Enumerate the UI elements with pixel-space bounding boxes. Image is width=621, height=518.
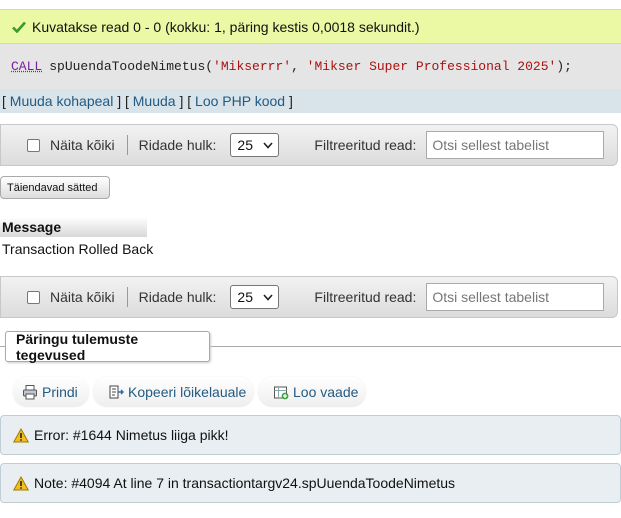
results-navbar-bottom: Näita kõiki Ridade hulk: 25 Filtreeritud… [0, 276, 618, 318]
show-all-label: Näita kõiki [50, 137, 115, 153]
filter-input-placeholder: Otsi sellest tabelist [432, 289, 550, 305]
filter-input-placeholder: Otsi sellest tabelist [432, 137, 550, 153]
sql-comma: , [291, 59, 307, 74]
success-text: Kuvatakse read 0 - 0 (kokku: 1, päring k… [32, 18, 420, 35]
query-action-links: [ Muuda kohapeal ] [ Muuda ] [ Loo PHP k… [0, 89, 621, 113]
error-message: Error: #1644 Nimetus liiga pikk! [0, 415, 621, 455]
bracket-mid-2: ] [ [175, 93, 196, 109]
print-label: Prindi [42, 384, 78, 400]
filter-label: Filtreeritud read: [314, 289, 417, 305]
extra-settings-button[interactable]: Täiendavad sätted [0, 176, 110, 199]
rows-label: Ridade hulk: [138, 289, 217, 305]
sql-arg-1: 'Mikserrr' [213, 59, 292, 74]
printer-icon [23, 385, 37, 400]
create-view-icon [274, 386, 289, 400]
check-icon [12, 21, 26, 33]
clipboard-icon [109, 385, 124, 399]
warning-icon [13, 427, 29, 442]
print-button[interactable]: Prindi [13, 377, 89, 407]
column-header-message[interactable]: Message [0, 217, 147, 237]
results-navbar-top: Näita kõiki Ridade hulk: 25 Filtreeritud… [0, 124, 618, 166]
rows-label: Ridade hulk: [138, 137, 217, 153]
warning-icon [13, 475, 29, 490]
chevron-down-icon [263, 294, 274, 301]
chevron-down-icon [263, 142, 274, 149]
copy-label: Kopeeri lõikelauale [128, 384, 247, 400]
navbar-divider [126, 135, 128, 155]
success-message: Kuvatakse read 0 - 0 (kokku: 1, päring k… [0, 9, 621, 44]
create-php-code-link[interactable]: Loo PHP kood [195, 93, 285, 109]
show-all-label: Näita kõiki [50, 289, 115, 305]
create-view-button[interactable]: Loo vaade [258, 377, 366, 407]
sql-tail: ); [556, 59, 572, 74]
edit-inline-link[interactable]: Muuda kohapeal [10, 93, 114, 109]
bracket-mid-1: ] [ [113, 93, 133, 109]
bracket-open: [ [2, 93, 10, 109]
operations-legend: Päringu tulemuste tegevused [5, 331, 210, 363]
bracket-close: ] [285, 93, 293, 109]
note-message: Note: #4094 At line 7 in transactiontarg… [0, 463, 621, 503]
filter-label: Filtreeritud read: [314, 137, 417, 153]
rows-select[interactable]: 25 [230, 133, 280, 157]
error-text: Error: #1644 Nimetus liiga pikk! [34, 427, 229, 443]
rows-select-value: 25 [237, 137, 253, 153]
create-view-label: Loo vaade [293, 384, 359, 400]
rows-select[interactable]: 25 [230, 285, 280, 309]
sql-keyword-call[interactable]: CALL [11, 59, 42, 74]
show-all-checkbox[interactable] [27, 138, 40, 152]
note-text: Note: #4094 At line 7 in transactiontarg… [34, 475, 456, 491]
edit-link[interactable]: Muuda [133, 93, 176, 109]
show-all-checkbox[interactable] [27, 290, 40, 304]
filter-input[interactable]: Otsi sellest tabelist [426, 131, 605, 159]
filter-input[interactable]: Otsi sellest tabelist [426, 283, 605, 311]
sql-procedure: spUuendaToodeNimetus( [49, 59, 214, 74]
table-cell: Transaction Rolled Back [2, 241, 154, 257]
copy-to-clipboard-button[interactable]: Kopeeri lõikelauale [93, 377, 254, 407]
sql-arg-2: 'Mikser Super Professional 2025' [306, 59, 557, 74]
rows-select-value: 25 [237, 289, 253, 305]
navbar-divider [126, 287, 128, 307]
sql-query: CALL spUuendaToodeNimetus( 'Mikserrr' , … [0, 44, 621, 89]
